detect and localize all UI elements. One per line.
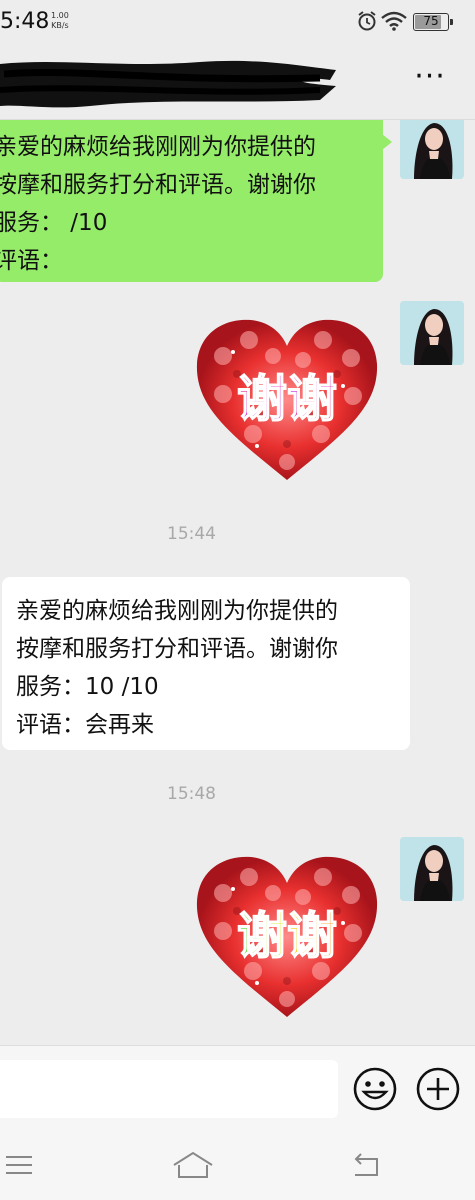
smiley-icon[interactable]: [352, 1066, 398, 1112]
message-line: 亲爱的麻烦给我刚刚为你提供的: [16, 598, 338, 624]
message-line: 服务：10 /10: [16, 674, 159, 700]
menu-icon[interactable]: [0, 1145, 50, 1185]
redacted-chat-title: [0, 60, 336, 108]
timestamp: 15:44: [167, 524, 216, 544]
outgoing-message-bubble[interactable]: 亲爱的麻烦给我刚刚为你提供的 按摩和服务打分和评语。谢谢你 服务： /10 评语…: [0, 120, 392, 282]
sticker-text: 谢谢: [237, 370, 337, 428]
more-button[interactable]: ···: [400, 62, 460, 104]
back-icon[interactable]: [345, 1145, 395, 1185]
alarm-icon: [358, 11, 376, 31]
chat-screen: 5:48 1.00 KB/s 75 ··· 亲爱的麻烦给我刚刚为你提供的 按摩和…: [0, 0, 475, 1200]
avatar-photo: [400, 301, 464, 365]
heart-roses-sticker[interactable]: 谢谢: [193, 316, 381, 484]
network-speed: 1.00 KB/s: [51, 11, 69, 31]
network-speed-value: 1.00: [51, 11, 69, 20]
message-list[interactable]: 亲爱的麻烦给我刚刚为你提供的 按摩和服务打分和评语。谢谢你 服务： /10 评语…: [0, 120, 475, 1045]
timestamp: 15:48: [167, 784, 216, 804]
plus-circle-icon[interactable]: [415, 1066, 461, 1112]
avatar-photo: [400, 837, 464, 901]
heart-roses-sticker[interactable]: 谢谢: [193, 853, 381, 1021]
message-line: 服务： /10: [0, 210, 108, 236]
message-line: 评语：: [0, 248, 63, 274]
wifi-icon: [381, 11, 407, 31]
message-input[interactable]: [0, 1060, 338, 1118]
battery-percent: 75: [423, 14, 439, 28]
message-line: 按摩和服务打分和评语。谢谢你: [16, 636, 338, 662]
status-bar: 5:48 1.00 KB/s 75: [0, 0, 475, 44]
message-line: 亲爱的麻烦给我刚刚为你提供的: [0, 134, 316, 160]
chat-header: ···: [0, 44, 475, 120]
system-nav-bar: [0, 1131, 475, 1200]
home-icon[interactable]: [168, 1145, 218, 1185]
incoming-message-bubble[interactable]: 亲爱的麻烦给我刚刚为你提供的 按摩和服务打分和评语。谢谢你 服务：10 /10 …: [2, 577, 410, 750]
message-line: 按摩和服务打分和评语。谢谢你: [0, 172, 316, 198]
input-bar: [0, 1045, 475, 1131]
network-speed-unit: KB/s: [51, 21, 69, 30]
avatar[interactable]: [400, 120, 464, 179]
status-time: 5:48: [0, 9, 50, 34]
sticker-text: 谢谢: [237, 907, 337, 965]
avatar-photo: [400, 120, 464, 179]
battery-icon: 75: [413, 13, 453, 31]
avatar[interactable]: [400, 837, 464, 901]
avatar[interactable]: [400, 301, 464, 365]
message-line: 评语：会再来: [16, 712, 154, 738]
